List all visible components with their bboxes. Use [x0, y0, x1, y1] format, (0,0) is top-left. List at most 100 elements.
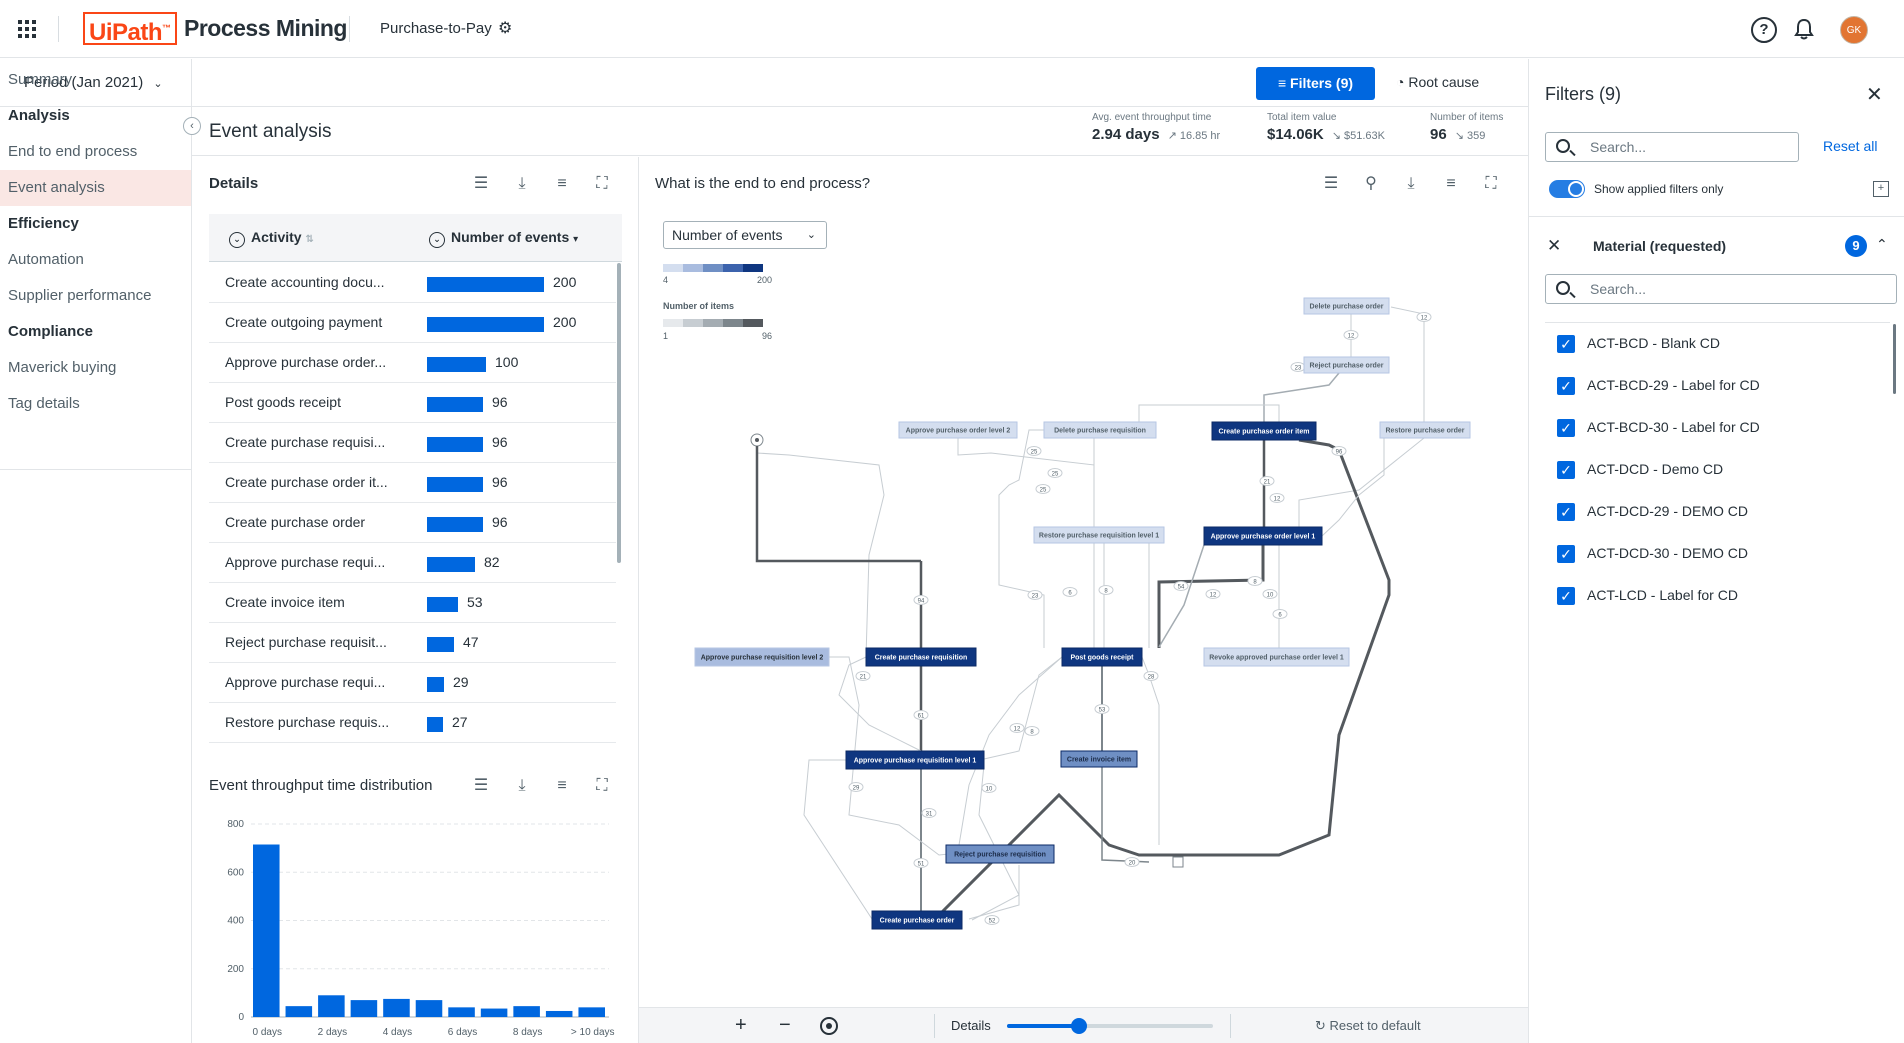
- fullscreen-icon[interactable]: ⛶: [591, 775, 613, 797]
- sidebar-item-supplier-performance[interactable]: Supplier performance: [0, 278, 191, 314]
- process-edge[interactable]: [1158, 544, 1205, 648]
- sidebar-item-event-analysis[interactable]: Event analysis: [0, 170, 191, 206]
- process-edge[interactable]: [983, 656, 1063, 760]
- menu-icon[interactable]: ≡: [1440, 173, 1462, 195]
- process-edge[interactable]: [1263, 372, 1340, 422]
- filter-option[interactable]: ✓ ACT-DCD-29 - DEMO CD: [1547, 492, 1887, 534]
- process-edge[interactable]: [1141, 656, 1160, 845]
- histogram-bar[interactable]: [415, 1000, 443, 1017]
- zoom-out-button[interactable]: −: [779, 1014, 791, 1037]
- histogram-bar[interactable]: [545, 1010, 573, 1017]
- filters-scrollbar[interactable]: [1893, 324, 1896, 394]
- close-icon[interactable]: ✕: [1866, 82, 1883, 107]
- user-avatar[interactable]: GK: [1840, 16, 1868, 44]
- sidebar-item-efficiency[interactable]: Efficiency: [0, 206, 191, 242]
- histogram-bar[interactable]: [350, 1000, 378, 1017]
- histogram-bar[interactable]: [578, 1007, 605, 1017]
- process-edge[interactable]: [1298, 437, 1425, 527]
- download-icon[interactable]: ⤓: [1400, 173, 1422, 195]
- sidebar-item-automation[interactable]: Automation: [0, 242, 191, 278]
- histogram-bar[interactable]: [448, 1007, 475, 1017]
- process-edge[interactable]: [1101, 767, 1150, 863]
- histogram-bar[interactable]: [383, 998, 410, 1017]
- reset-all-link[interactable]: Reset all: [1823, 138, 1877, 154]
- table-row[interactable]: Restore purchase requis... 27: [209, 703, 616, 743]
- filter-option[interactable]: ✓ ACT-BCD - Blank CD: [1547, 324, 1887, 366]
- slider-handle[interactable]: [1071, 1018, 1087, 1034]
- col-activity[interactable]: ⌄ Activity ⇅: [229, 229, 314, 248]
- sidebar-item-tag-details[interactable]: Tag details: [0, 386, 191, 422]
- fullscreen-icon[interactable]: ⛶: [1480, 173, 1502, 195]
- app-launcher-icon[interactable]: [18, 20, 36, 38]
- root-cause-button[interactable]: ◔ Root cause: [1396, 74, 1479, 90]
- histogram-bar[interactable]: [513, 1006, 540, 1017]
- checkbox-checked-icon[interactable]: ✓: [1557, 377, 1575, 395]
- end-node[interactable]: [1172, 856, 1184, 868]
- process-edge[interactable]: [756, 440, 885, 658]
- sidebar-item-analysis[interactable]: Analysis: [0, 98, 191, 134]
- bell-icon[interactable]: [1793, 17, 1815, 41]
- chevron-up-icon[interactable]: ⌃: [1876, 236, 1888, 253]
- filters-search-input[interactable]: Search...: [1545, 132, 1799, 162]
- filters-button[interactable]: ≡ Filters (9): [1256, 67, 1375, 100]
- table-row[interactable]: Create purchase order it... 96: [209, 463, 616, 503]
- histogram-bar[interactable]: [318, 995, 345, 1017]
- table-row[interactable]: Reject purchase requisit... 47: [209, 623, 616, 663]
- col-number-of-events[interactable]: ⌄ Number of events ▾: [429, 229, 578, 248]
- filter-icon[interactable]: ☰: [1320, 173, 1342, 195]
- table-row[interactable]: Create purchase requisi... 96: [209, 423, 616, 463]
- sidebar-item-compliance[interactable]: Compliance: [0, 314, 191, 350]
- histogram-bar[interactable]: [480, 1008, 508, 1017]
- sidebar-item-end-to-end-process[interactable]: End to end process: [0, 134, 191, 170]
- sidebar-item-summary[interactable]: Summary: [0, 62, 191, 98]
- filter-option[interactable]: ✓ ACT-DCD - Demo CD: [1547, 450, 1887, 492]
- process-edge[interactable]: [838, 656, 922, 752]
- process-edge[interactable]: [937, 438, 1391, 917]
- process-edge[interactable]: [957, 438, 1095, 466]
- table-row[interactable]: Approve purchase order... 100: [209, 343, 616, 383]
- filter-option[interactable]: ✓ ACT-DCD-30 - DEMO CD: [1547, 534, 1887, 576]
- uipath-logo[interactable]: UiPath™: [83, 12, 177, 46]
- menu-icon[interactable]: ≡: [551, 775, 573, 797]
- histogram-bar[interactable]: [253, 844, 280, 1017]
- download-icon[interactable]: ⤓: [511, 775, 533, 797]
- table-row[interactable]: Create purchase order 96: [209, 503, 616, 543]
- details-slider[interactable]: [1007, 1018, 1213, 1034]
- metric-select[interactable]: Number of events ⌄: [663, 221, 827, 249]
- sidebar-item-maverick-buying[interactable]: Maverick buying: [0, 350, 191, 386]
- checkbox-checked-icon[interactable]: ✓: [1557, 461, 1575, 479]
- remove-filter-icon[interactable]: ✕: [1547, 236, 1561, 256]
- menu-icon[interactable]: ≡: [551, 173, 573, 195]
- reset-default-button[interactable]: ↻ Reset to default: [1315, 1018, 1421, 1034]
- filter-option[interactable]: ✓ ACT-LCD - Label for CD: [1547, 576, 1887, 618]
- help-icon[interactable]: ?: [1751, 17, 1777, 43]
- fullscreen-icon[interactable]: ⛶: [591, 173, 613, 195]
- filter-icon[interactable]: ☰: [470, 173, 492, 195]
- checkbox-checked-icon[interactable]: ✓: [1557, 587, 1575, 605]
- checkbox-checked-icon[interactable]: ✓: [1557, 545, 1575, 563]
- table-row[interactable]: Create accounting docu... 200: [209, 263, 616, 303]
- table-scrollbar[interactable]: [617, 263, 621, 563]
- checkbox-checked-icon[interactable]: ✓: [1557, 335, 1575, 353]
- table-row[interactable]: Approve purchase requi... 29: [209, 663, 616, 703]
- process-edge[interactable]: [1390, 306, 1425, 430]
- download-icon[interactable]: ⤓: [511, 173, 533, 195]
- center-icon[interactable]: [820, 1017, 838, 1035]
- applied-filters-toggle[interactable]: [1549, 180, 1585, 198]
- table-row[interactable]: Post goods receipt 96: [209, 383, 616, 423]
- checkbox-checked-icon[interactable]: ✓: [1557, 419, 1575, 437]
- histogram-bar[interactable]: [285, 1006, 313, 1017]
- lightbulb-icon[interactable]: ⚲: [1360, 173, 1382, 195]
- table-row[interactable]: Create outgoing payment 200: [209, 303, 616, 343]
- process-edge[interactable]: [755, 446, 921, 563]
- gear-icon[interactable]: ⚙: [498, 18, 512, 38]
- filter-icon[interactable]: ☰: [470, 775, 492, 797]
- filter-option[interactable]: ✓ ACT-BCD-30 - Label for CD: [1547, 408, 1887, 450]
- checkbox-checked-icon[interactable]: ✓: [1557, 503, 1575, 521]
- process-edge[interactable]: [968, 865, 1020, 920]
- add-filter-icon[interactable]: +: [1873, 181, 1889, 197]
- group-search-input[interactable]: Search...: [1545, 274, 1897, 304]
- table-row[interactable]: Approve purchase requi... 82: [209, 543, 616, 583]
- process-map[interactable]: 4 200 Number of items 1 96 12 12 23 25 25 25 21 12 96…: [639, 255, 1527, 1005]
- table-row[interactable]: Create invoice item 53: [209, 583, 616, 623]
